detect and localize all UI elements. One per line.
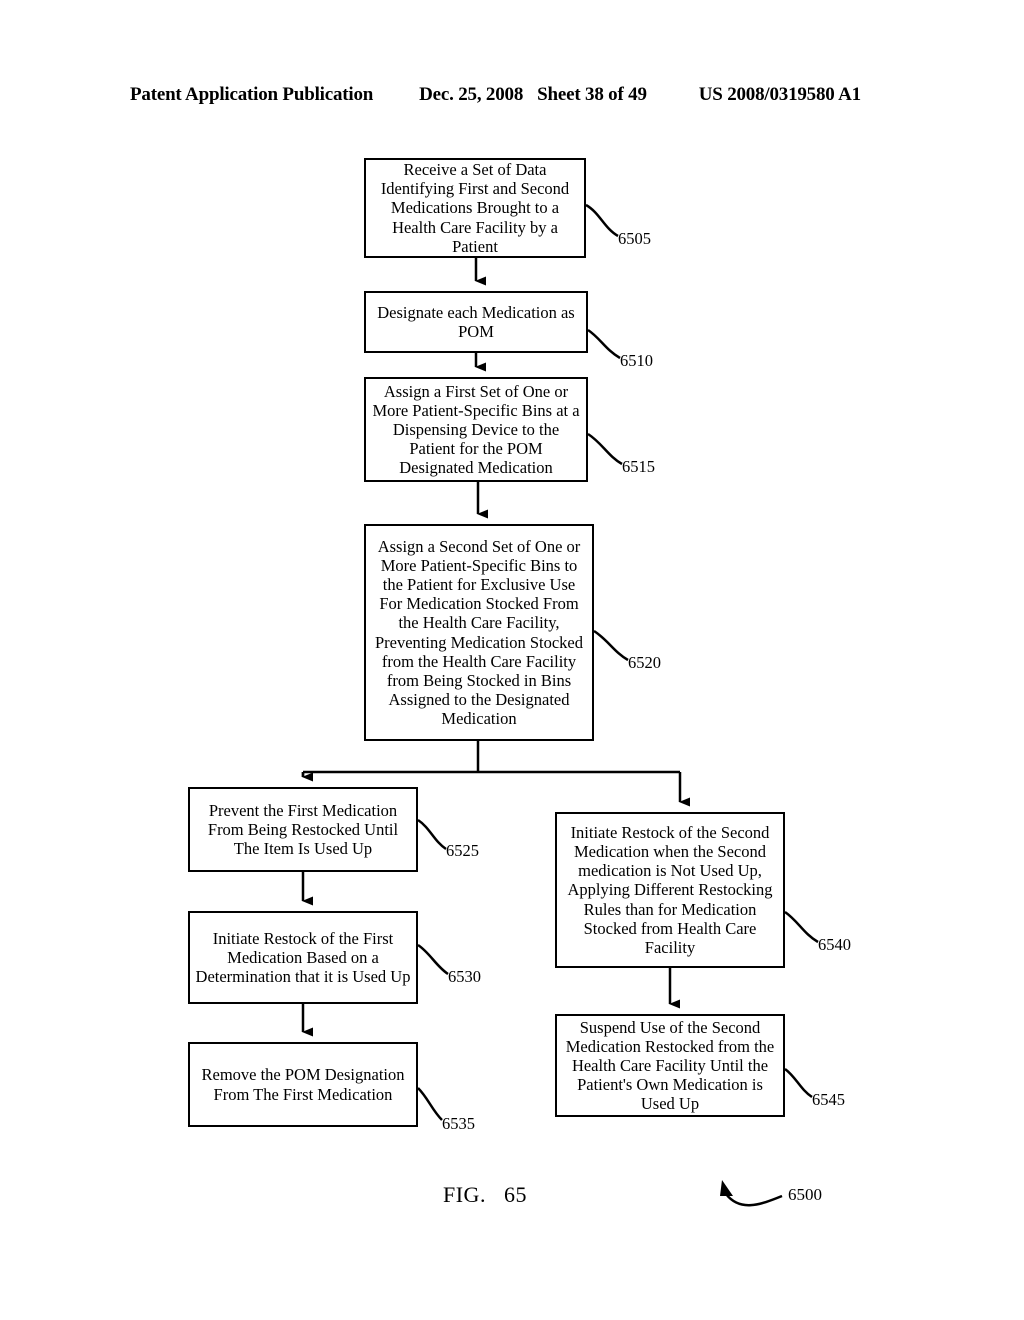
flow-box-6540[interactable]: Initiate Restock of the Second Medicatio… <box>555 812 785 968</box>
ref-label-6515: 6515 <box>622 457 655 476</box>
figure-caption-number: 65 <box>503 1182 527 1207</box>
flow-box-6505-text: Receive a Set of Data Identifying First … <box>380 160 570 256</box>
header-date-label: Dec. 25, 2008 <box>419 84 524 105</box>
ref-label-6525: 6525 <box>446 841 479 860</box>
flow-box-6545-text: Suspend Use of the Second Medication Res… <box>565 1017 775 1114</box>
header-sheet-label: Sheet 38 of 49 <box>537 84 647 105</box>
flow-box-6520-text: Assign a Second Set of One or More Patie… <box>374 537 584 728</box>
figure-caption-word: FIG. <box>443 1182 486 1207</box>
flow-box-6505[interactable]: Receive a Set of Data Identifying First … <box>364 158 586 258</box>
flow-box-6530[interactable]: Initiate Restock of the First Medication… <box>188 911 418 1004</box>
ref-label-6500: 6500 <box>788 1185 822 1204</box>
page-header: Patent Application Publication Dec. 25, … <box>130 84 894 110</box>
flow-box-6510-text: Designate each Medication as POM <box>377 302 575 341</box>
header-patent-number: US 2008/0319580 A1 <box>698 84 861 105</box>
flow-box-6525[interactable]: Prevent the First Medication From Being … <box>188 787 418 872</box>
flow-box-6530-text: Initiate Restock of the First Medication… <box>195 928 411 987</box>
flow-box-6545[interactable]: Suspend Use of the Second Medication Res… <box>555 1014 785 1117</box>
figure-caption: FIG. 65 <box>443 1182 527 1208</box>
flow-box-6525-text: Prevent the First Medication From Being … <box>207 800 399 859</box>
flow-box-6515[interactable]: Assign a First Set of One or More Patien… <box>364 377 588 482</box>
header-publication-label: Patent Application Publication <box>130 84 374 105</box>
flow-box-6540-text: Initiate Restock of the Second Medicatio… <box>567 823 773 957</box>
ref-label-6535: 6535 <box>442 1114 475 1133</box>
ref-label-6505: 6505 <box>618 229 651 248</box>
flow-box-6515-text: Assign a First Set of One or More Patien… <box>372 381 580 478</box>
flow-box-6535[interactable]: Remove the POM Designation From The Firs… <box>188 1042 418 1127</box>
flow-box-6535-text: Remove the POM Designation From The Firs… <box>201 1065 405 1104</box>
flow-box-6510[interactable]: Designate each Medication as POM <box>364 291 588 353</box>
ref-label-6520: 6520 <box>628 653 661 672</box>
ref-label-6540: 6540 <box>818 935 851 954</box>
ref-label-6545: 6545 <box>812 1090 845 1109</box>
flow-box-6520[interactable]: Assign a Second Set of One or More Patie… <box>364 524 594 741</box>
ref-label-6510: 6510 <box>620 351 653 370</box>
ref-label-6530: 6530 <box>448 967 481 986</box>
